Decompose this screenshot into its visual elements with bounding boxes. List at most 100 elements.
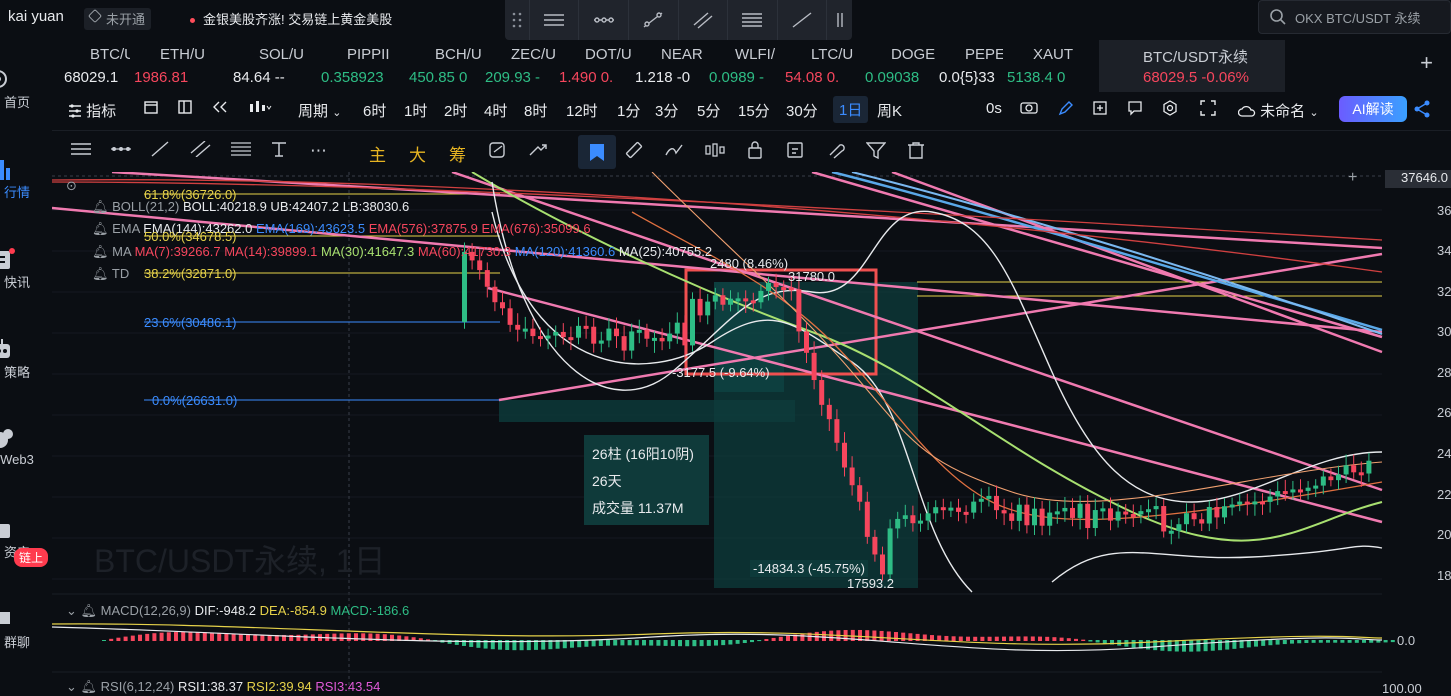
brush-icon[interactable]	[664, 141, 686, 164]
sync-icon[interactable]	[488, 141, 508, 164]
camera-icon[interactable]	[1020, 100, 1038, 118]
interval-6h[interactable]: 6时	[363, 100, 386, 121]
ticker-tab[interactable]: DOT/U 1.490 0.	[555, 40, 631, 92]
fibonacci-icon[interactable]	[230, 141, 252, 162]
interval-15m[interactable]: 15分	[738, 100, 770, 121]
ticker-tab[interactable]: PEPE 0.0{5}33	[935, 40, 1003, 92]
filter-icon[interactable]	[865, 141, 887, 164]
drag-grip-icon[interactable]	[505, 0, 530, 40]
macd-legend[interactable]: ⌄ 🔔︎ MACD(12,26,9) DIF:-948.2 DEA:-854.9…	[66, 603, 409, 619]
lock-icon[interactable]	[746, 141, 764, 164]
settings-icon[interactable]	[1162, 100, 1178, 120]
drawing-toolbar-handle-icon[interactable]	[827, 0, 852, 40]
nav-item-web3[interactable]: Web3	[0, 428, 50, 467]
bookmark-tool-icon[interactable]	[578, 135, 616, 169]
nav-item-home[interactable]: 首页	[0, 68, 50, 111]
ai-analysis-button[interactable]: AI解读	[1339, 96, 1407, 122]
news-ticker[interactable]: 金银美股齐涨! 交易链上黄金美股	[190, 9, 392, 28]
horizontal-lines-tool-icon[interactable]	[530, 0, 580, 40]
ticker-tab[interactable]: LTC/U 54.08 0.	[781, 40, 861, 92]
rsi-legend[interactable]: ⌄ 🔔︎ RSI(6,12,24) RSI1:38.37 RSI2:39.94 …	[66, 679, 380, 695]
add-price-line-icon[interactable]: +	[1348, 169, 1357, 187]
ticker-tab[interactable]: XAUT 5138.4 0	[1003, 40, 1099, 92]
ticker-tab[interactable]: PIPPII 0.358923	[317, 40, 405, 92]
td-legend[interactable]: 🔔︎ TD	[92, 266, 129, 282]
onchain-badge: 链上	[14, 548, 49, 567]
period-dropdown[interactable]: 周期 ⌄	[298, 100, 341, 121]
ticker-tab[interactable]: DOGE 0.09038	[861, 40, 935, 92]
replay-icon[interactable]	[212, 100, 228, 118]
add-tab-icon[interactable]: +	[1420, 50, 1433, 76]
chip-indicator-button[interactable]: 筹	[449, 141, 466, 166]
dotted-line-icon[interactable]	[110, 141, 132, 162]
fullscreen-icon[interactable]	[1200, 100, 1216, 120]
interval-8h[interactable]: 8时	[524, 100, 547, 121]
ticker-tab[interactable]: BTC/USDT永续 68029.5 -0.06%	[1099, 40, 1285, 92]
ticker-tab[interactable]: BCH/U 450.85 0	[405, 40, 481, 92]
candle	[712, 295, 718, 302]
measure-icon[interactable]	[528, 141, 548, 164]
chat-bubble-icon[interactable]	[1127, 100, 1143, 120]
interval-30m[interactable]: 30分	[786, 100, 818, 121]
interval-3m[interactable]: 3分	[655, 100, 678, 121]
layout-icon[interactable]	[178, 100, 192, 118]
interval-4h[interactable]: 4时	[484, 100, 507, 121]
macd-bar	[1081, 639, 1086, 641]
nav-item-market[interactable]: 行情	[0, 158, 50, 201]
layout-name-dropdown[interactable]: 未命名 ⌄	[1237, 100, 1319, 121]
macd-bar	[764, 639, 769, 641]
nav-item-news[interactable]: 快讯	[0, 248, 50, 291]
interval-1m[interactable]: 1分	[617, 100, 640, 121]
add-alert-icon[interactable]	[1092, 100, 1108, 120]
more-tools-icon[interactable]: ⋯	[310, 141, 327, 161]
search-input[interactable]: OKX BTC/USDT 永续	[1258, 0, 1451, 34]
ticker-tab[interactable]: NEAR 1.218 -0	[631, 40, 705, 92]
ticker-name: BTC/U	[90, 46, 130, 63]
ticker-tab[interactable]: ZEC/U 209.93 -	[481, 40, 555, 92]
trash-icon[interactable]	[906, 141, 926, 164]
username[interactable]: kai yuan	[8, 8, 64, 25]
calendar-icon[interactable]	[144, 100, 158, 118]
boll-legend[interactable]: 🔔︎ BOLL(21,2) BOLL:40218.9 UB:42407.2 LB…	[92, 199, 409, 215]
vip-badge[interactable]: 未开通	[84, 8, 152, 30]
ruler-icon[interactable]	[624, 141, 644, 164]
interval-1d[interactable]: 1日	[833, 96, 869, 123]
magnet-icon[interactable]	[826, 141, 846, 164]
ticker-tab[interactable]: SOL/U 84.64 --	[229, 40, 317, 92]
parallel-channel-tool-icon[interactable]	[679, 0, 729, 40]
candle-pattern-icon[interactable]	[704, 141, 726, 164]
indicator-button[interactable]: 指标	[68, 100, 116, 121]
extended-line-tool-icon[interactable]	[778, 0, 828, 40]
interval-2h[interactable]: 2时	[444, 100, 467, 121]
menu-lines-icon[interactable]	[70, 141, 92, 162]
ticker-name: DOT/U	[585, 46, 631, 63]
note-icon[interactable]	[786, 141, 806, 164]
ma-legend[interactable]: 🔔︎ MA MA(7):39266.7 MA(14):39899.1 MA(30…	[92, 244, 712, 260]
fib-tool-icon[interactable]	[728, 0, 778, 40]
big-indicator-button[interactable]: 大	[409, 141, 426, 166]
price-axis-tick: 18000.0	[1437, 568, 1451, 583]
nav-item-chat[interactable]: 群聊	[0, 608, 50, 651]
share-icon[interactable]	[1413, 100, 1431, 122]
ticker-tab[interactable]: ETH/U 1986.81	[130, 40, 229, 92]
kline-chart[interactable]: BTC/USDT永续, 1日 ⊙ 🔔︎ BOLL(21,2) BOLL:4021…	[52, 169, 1451, 696]
ticker-tab[interactable]: BTC/U 68029.1	[52, 40, 130, 92]
candle	[1267, 496, 1273, 502]
macd-bar	[138, 634, 142, 641]
collapse-legend-icon[interactable]: ⊙	[66, 178, 77, 194]
interval-12h[interactable]: 12时	[566, 100, 598, 121]
main-indicator-button[interactable]: 主	[369, 141, 386, 166]
nav-item-strategy[interactable]: 策略	[0, 338, 50, 381]
interval-1h[interactable]: 1时	[404, 100, 427, 121]
ray-tool-icon[interactable]	[579, 0, 629, 40]
trendline-icon[interactable]	[150, 141, 170, 162]
draw-pen-icon[interactable]	[1058, 100, 1074, 120]
text-tool-icon[interactable]	[270, 141, 288, 162]
trendline-tool-icon[interactable]	[629, 0, 679, 40]
interval-5m[interactable]: 5分	[697, 100, 720, 121]
chart-type-icon[interactable]	[248, 100, 272, 118]
channel-icon[interactable]	[190, 140, 212, 162]
countdown-label[interactable]: 0s	[986, 100, 1002, 117]
interval-week[interactable]: 周K	[877, 100, 902, 121]
ticker-tab[interactable]: WLFI/0.0989 -	[705, 40, 781, 92]
